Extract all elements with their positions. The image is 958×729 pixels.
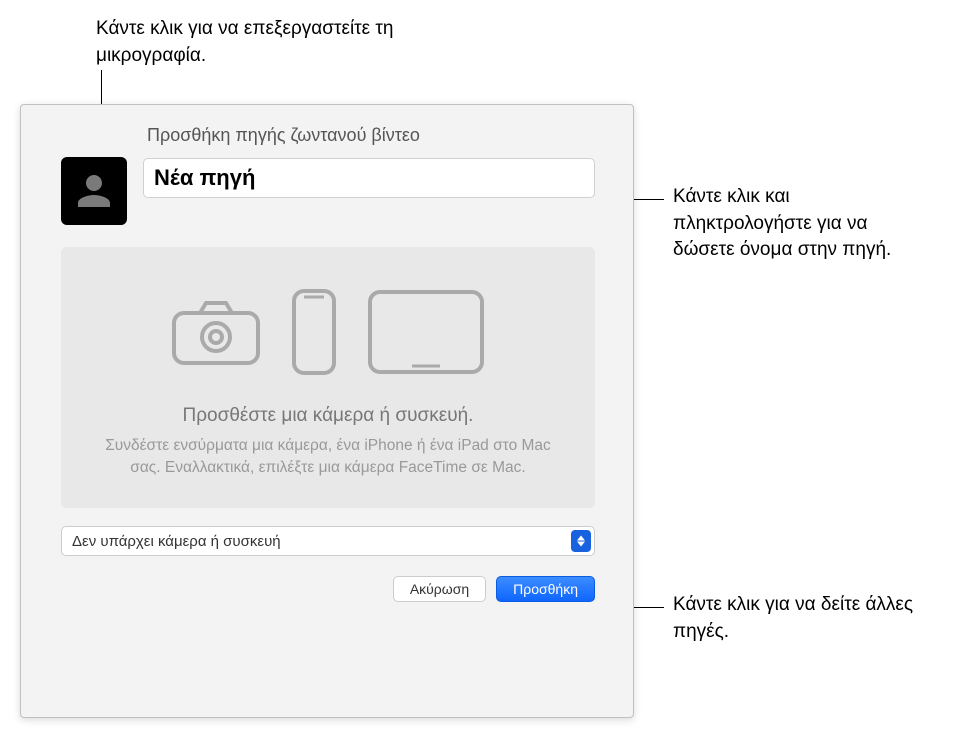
callout-name-input: Κάντε κλικ και πληκτρολογήστε για να δώσ… bbox=[673, 184, 933, 264]
camera-icon bbox=[170, 297, 262, 367]
source-name-input[interactable] bbox=[143, 158, 595, 198]
iphone-icon bbox=[290, 287, 338, 377]
dialog-buttons: Ακύρωση Προσθήκη bbox=[61, 576, 595, 602]
add-button[interactable]: Προσθήκη bbox=[496, 576, 595, 602]
callout-dropdown: Κάντε κλικ για να δείτε άλλες πηγές. bbox=[673, 592, 933, 645]
add-video-source-dialog: Προσθήκη πηγής ζωντανού βίντεο bbox=[53, 125, 603, 602]
person-silhouette-icon bbox=[70, 167, 118, 215]
device-prompt-text: Συνδέστε ενσύρματα μια κάμερα, ένα iPhon… bbox=[85, 435, 571, 478]
callout-thumbnail: Κάντε κλικ για να επεξεργαστείτε τη μικρ… bbox=[96, 16, 416, 69]
camera-device-dropdown[interactable]: Δεν υπάρχει κάμερα ή συσκευή bbox=[61, 526, 595, 556]
dropdown-value: Δεν υπάρχει κάμερα ή συσκευή bbox=[61, 526, 595, 556]
dialog-title: Προσθήκη πηγής ζωντανού βίντεο bbox=[143, 125, 595, 146]
dialog-header: Προσθήκη πηγής ζωντανού βίντεο bbox=[53, 125, 603, 225]
ipad-icon bbox=[366, 288, 486, 376]
device-icons-row bbox=[85, 287, 571, 377]
source-thumbnail[interactable] bbox=[61, 157, 127, 225]
device-prompt-title: Προσθέστε μια κάμερα ή συσκευή. bbox=[85, 405, 571, 427]
device-selection-area: Προσθέστε μια κάμερα ή συσκευή. Συνδέστε… bbox=[61, 247, 595, 508]
cancel-button[interactable]: Ακύρωση bbox=[393, 576, 486, 602]
header-content: Προσθήκη πηγής ζωντανού βίντεο bbox=[143, 125, 595, 198]
dialog-window: Προσθήκη πηγής ζωντανού βίντεο bbox=[20, 104, 634, 718]
